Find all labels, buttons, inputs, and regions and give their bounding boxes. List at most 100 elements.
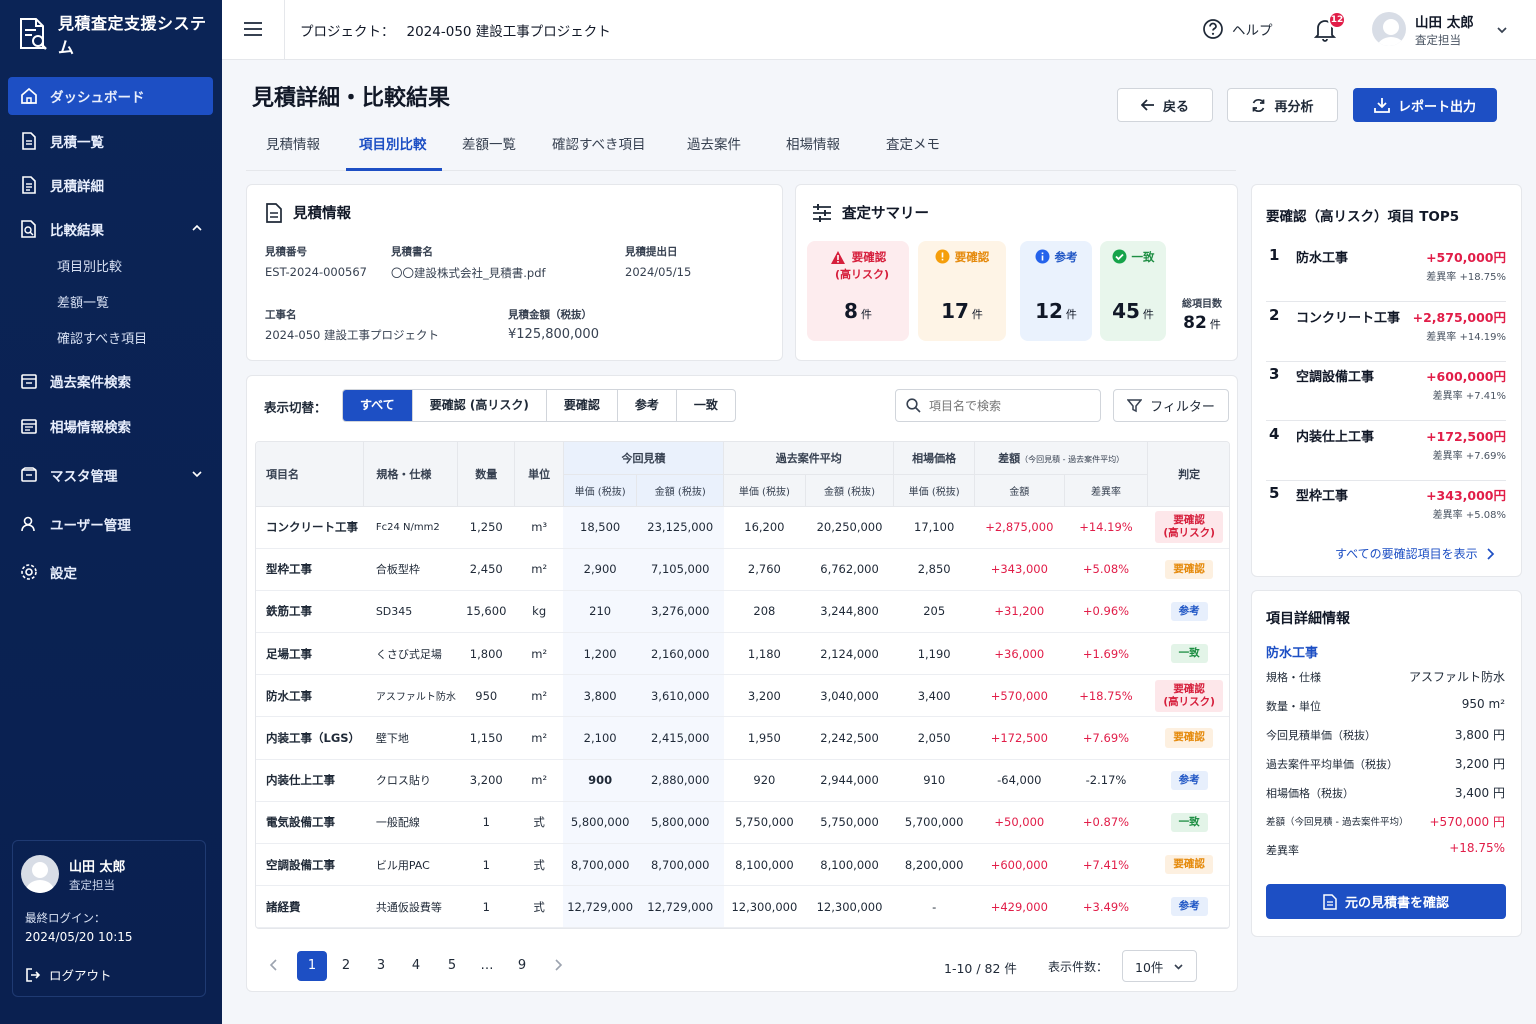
page-9[interactable]: 9 [507, 951, 537, 981]
sidebar-subitem-check-items[interactable]: 確認すべき項目 [57, 328, 147, 347]
page-3[interactable]: 3 [366, 951, 396, 981]
notification-button[interactable]: 12 [1314, 11, 1346, 42]
home-icon [20, 87, 38, 105]
summary-check[interactable]: 要確認 17 件 [918, 241, 1006, 341]
back-button[interactable]: 戻る [1117, 88, 1213, 122]
table-row[interactable]: 空調設備工事 ビル用PAC 1 式 8,700,000 8,700,000 8,100,00… [256, 843, 1229, 887]
cell-item: 内装仕上工事 [256, 759, 364, 802]
view-original-button[interactable]: 元の見積書を確認 [1266, 884, 1506, 919]
judgement-badge[interactable]: 要確認 [1165, 855, 1213, 875]
cell-diff-rate: +7.69% [1064, 716, 1148, 760]
estimate-date: 2024/05/15 [625, 265, 692, 279]
tab-item-comparison[interactable]: 項目別比較 [346, 133, 442, 171]
sidebar-user-name: 山田 太郎 [69, 860, 126, 875]
top5-item[interactable]: 4 内装仕上工事 +172,500円 差異率 +7.69% [1266, 422, 1506, 481]
tab-diff-list[interactable]: 差額一覧 [462, 133, 516, 171]
logout-button[interactable]: ログアウト [25, 965, 112, 984]
summary-reference[interactable]: 参考 12 件 [1020, 241, 1092, 341]
cell-spec: 壁下地 [363, 716, 458, 760]
top5-item[interactable]: 1 防水工事 +570,000円 差異率 +18.75% [1266, 243, 1506, 302]
filter-button[interactable]: フィルター [1113, 389, 1229, 422]
search-input[interactable] [929, 398, 1089, 413]
page-2[interactable]: 2 [331, 951, 361, 981]
sidebar-subitem-item-comparison[interactable]: 項目別比較 [57, 256, 122, 275]
table-row[interactable]: コンクリート工事 Fc24 N/mm2 1,250 m³ 18,500 23,125,00… [256, 506, 1229, 549]
judgement-badge[interactable]: 参考 [1170, 601, 1208, 622]
table-row[interactable]: 電気設備工事 一般配線 1 式 5,800,000 5,800,000 5,750,000 5… [256, 801, 1229, 845]
sidebar-item-comparison[interactable]: 比較結果 [8, 210, 213, 248]
cell-past-unit-price: 8,100,000 [723, 843, 806, 887]
judgement-badge[interactable]: 要確認 (高リスク) [1155, 679, 1223, 712]
header-avatar[interactable] [1372, 12, 1406, 46]
estimate-name[interactable]: 〇〇建設株式会社_見積書.pdf [391, 265, 546, 281]
sidebar-item-market-search[interactable]: 相場情報検索 [8, 407, 213, 445]
top5-rate-row: 差異率 +14.19% [1426, 328, 1506, 343]
summary-match[interactable]: 一致 45 件 [1100, 241, 1166, 341]
menu-toggle-icon[interactable] [244, 21, 262, 37]
prev-page-chevron-icon[interactable] [268, 958, 280, 972]
page-4[interactable]: 4 [401, 951, 431, 981]
item-detail-name: 防水工事 [1266, 646, 1319, 661]
help-button[interactable]: ヘルプ [1202, 18, 1273, 40]
judgement-badge[interactable]: 参考 [1170, 770, 1208, 790]
sidebar-item-estimate-detail[interactable]: 見積詳細 [8, 166, 213, 204]
table-row[interactable]: 防水工事 アスファルト防水 950 m² 3,800 3,610,000 3,200 3,04… [256, 674, 1229, 718]
judgement-badge[interactable]: 要確認 [1165, 559, 1213, 579]
filter-match[interactable]: 一致 [677, 390, 735, 421]
search-icon [906, 398, 921, 413]
sidebar-item-past-search[interactable]: 過去案件検索 [8, 362, 213, 400]
sidebar-item-estimate-list[interactable]: 見積一覧 [8, 122, 213, 160]
cell-diff-amount: +36,000 [974, 632, 1065, 676]
table-row[interactable]: 内装工事（LGS） 壁下地 1,150 m² 2,100 2,415,000 1,950 2,… [256, 716, 1229, 760]
judgement-badge[interactable]: 参考 [1170, 897, 1208, 917]
tab-past-projects[interactable]: 過去案件 [687, 133, 741, 171]
cell-spec: 共通仮設費等 [363, 885, 458, 929]
judgement-badge[interactable]: 一致 [1170, 644, 1208, 664]
detail-qty-label: 数量・単位 [1266, 700, 1321, 713]
sidebar-item-label: 見積一覧 [50, 135, 104, 151]
per-page-select[interactable]: 10件 [1122, 950, 1197, 982]
chevron-down-icon [1173, 961, 1184, 972]
table-row[interactable]: 足場工事 くさび式足場 1,800 m² 1,200 2,160,000 1,180 2,12… [256, 632, 1229, 676]
table-row[interactable]: 諸経費 共通仮設費等 1 式 12,729,000 12,729,000 12,300,00… [256, 885, 1229, 929]
filter-check[interactable]: 要確認 [547, 390, 618, 421]
judgement-badge[interactable]: 一致 [1170, 812, 1208, 832]
top5-rank: 3 [1269, 365, 1280, 383]
sidebar-subitem-diff-list[interactable]: 差額一覧 [57, 292, 109, 311]
app-logo[interactable]: 見積査定支援システム [18, 14, 222, 57]
table-row[interactable]: 内装仕上工事 クロス貼り 3,200 m² 900 2,880,000 920 2,944,0… [256, 759, 1229, 802]
user-menu-chevron-icon[interactable] [1496, 24, 1508, 36]
sidebar-item-users[interactable]: ユーザー管理 [8, 505, 213, 543]
tab-check-items[interactable]: 確認すべき項目 [552, 133, 646, 171]
next-page-chevron-icon[interactable] [552, 958, 564, 972]
cell-spec: くさび式足場 [363, 632, 458, 676]
judgement-badge[interactable]: 要確認 [1165, 728, 1213, 748]
tab-memo[interactable]: 査定メモ [886, 133, 940, 171]
filter-reference[interactable]: 参考 [618, 390, 677, 421]
archive-icon [20, 372, 38, 390]
table-row[interactable]: 鉄筋工事 SD345 15,600 kg 210 3,276,000 208 3,244,80… [256, 590, 1229, 634]
filter-all[interactable]: すべて [343, 390, 413, 421]
judgement-badge[interactable]: 要確認 (高リスク) [1155, 510, 1223, 544]
table-row[interactable]: 型枠工事 合板型枠 2,450 m² 2,900 7,105,000 2,760 6,762,… [256, 548, 1229, 591]
tab-estimate-info[interactable]: 見積情報 [266, 133, 320, 171]
summary-high-risk[interactable]: 要確認 (高リスク) 8件 [807, 241, 909, 341]
cell-spec: クロス貼り [363, 759, 458, 802]
top5-item[interactable]: 2 コンクリート工事 +2,875,000円 差異率 +14.19% [1266, 303, 1506, 362]
page-5[interactable]: 5 [437, 951, 467, 981]
cell-item: 内装工事（LGS） [256, 716, 364, 760]
top5-item[interactable]: 3 空調設備工事 +600,000円 差異率 +7.41% [1266, 362, 1506, 421]
estimate-info-title: 見積情報 [293, 206, 351, 222]
tab-market-info[interactable]: 相場情報 [786, 133, 840, 171]
cell-item: 諸経費 [256, 885, 364, 929]
sidebar-item-settings[interactable]: 設定 [8, 553, 213, 591]
cell-current-amount: 23,125,000 [636, 506, 724, 549]
show-all-link[interactable]: すべての要確認項目を表示 [1335, 545, 1495, 562]
top5-item[interactable]: 5 型枠工事 +343,000円 差異率 +5.08% [1266, 481, 1506, 540]
export-report-button[interactable]: レポート出力 [1353, 88, 1497, 122]
page-1[interactable]: 1 [297, 951, 327, 981]
filter-high-risk[interactable]: 要確認 (高リスク) [413, 390, 547, 421]
sidebar-item-dashboard[interactable]: ダッシュボード [8, 77, 213, 115]
sidebar-item-master[interactable]: マスタ管理 [8, 456, 213, 494]
reanalyze-button[interactable]: 再分析 [1227, 88, 1338, 122]
